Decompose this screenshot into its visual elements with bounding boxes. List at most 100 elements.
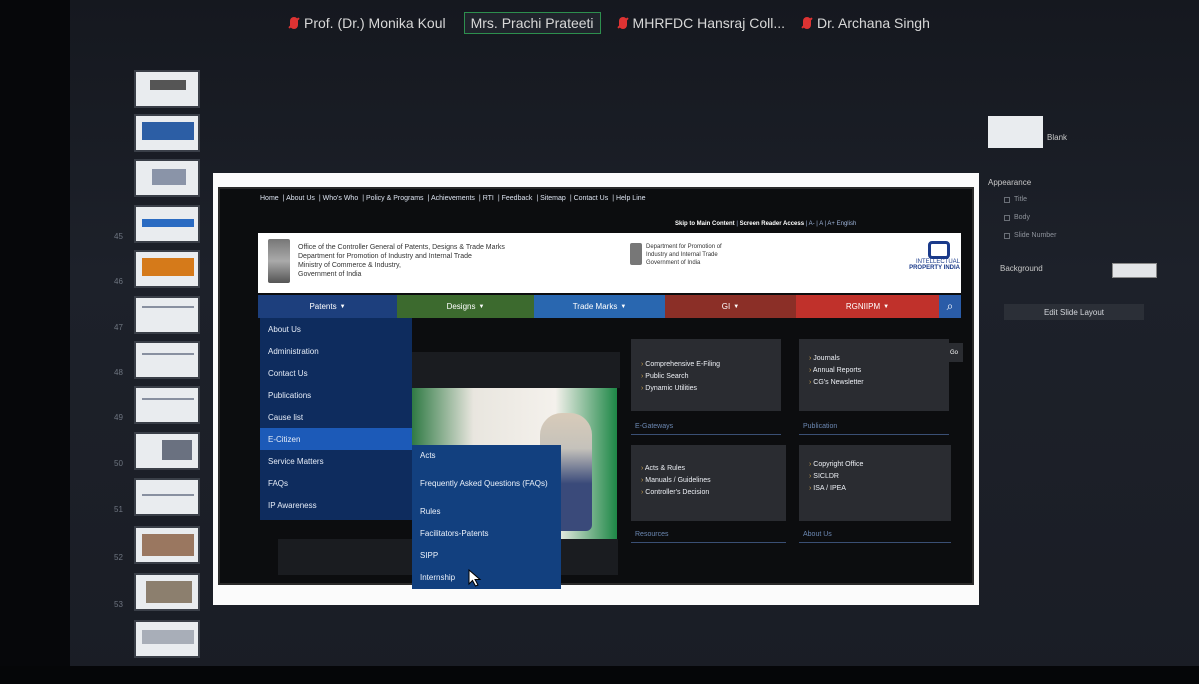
menu-gi[interactable]: GI ▼ <box>665 295 796 318</box>
tile-label: E-Gateways <box>631 419 781 435</box>
tile-link[interactable]: CG's Newsletter <box>809 377 939 389</box>
top-nav-link[interactable]: RTI <box>483 195 494 202</box>
slide-thumbnail[interactable]: 46 <box>114 250 200 288</box>
option-slide-number[interactable]: Slide Number <box>1004 232 1056 239</box>
skip-link[interactable]: Skip to Main Content <box>675 221 735 227</box>
caret-down-icon: ▼ <box>733 303 740 310</box>
submenu-item[interactable]: Internship <box>412 567 561 589</box>
tile-link[interactable]: Annual Reports <box>809 365 939 377</box>
menu-designs[interactable]: Designs ▼ <box>397 295 534 318</box>
slide-thumbnail[interactable]: 47 <box>114 296 200 334</box>
main-slide: Home | About Us | Who's Who | Policy & Prog… <box>213 173 979 605</box>
layout-thumbnail-blank[interactable] <box>988 116 1043 148</box>
menu-label: Designs <box>446 302 476 311</box>
language-select[interactable]: English <box>837 221 857 227</box>
submenu-item[interactable]: Acts <box>412 445 561 467</box>
checkbox-icon[interactable] <box>1004 214 1010 221</box>
monitor-bezel-left <box>0 0 70 684</box>
top-nav: Home | About Us | Who's Who | Policy & Prog… <box>260 195 646 202</box>
search-icon[interactable]: ⌕ <box>939 295 961 318</box>
slide-number: 53 <box>114 600 123 609</box>
caret-down-icon: ▼ <box>478 303 485 310</box>
submenu-item[interactable]: SIPP <box>412 545 561 567</box>
ip-logo-icon <box>928 241 950 259</box>
option-title[interactable]: Title <box>1004 196 1027 203</box>
dropdown-item[interactable]: Administration <box>260 340 412 362</box>
dropdown-item[interactable]: Contact Us <box>260 362 412 384</box>
slide-thumbnail[interactable]: 49 <box>114 386 200 424</box>
slide-thumbnail[interactable] <box>134 620 200 658</box>
submenu-item[interactable]: Facilitators-Patents <box>412 523 561 545</box>
tile-about[interactable]: Copyright Office SICLDR ISA / IPEA <box>799 445 951 521</box>
background-label: Background <box>1000 264 1043 273</box>
tile-link[interactable]: Public Search <box>641 371 771 383</box>
dropdown-item[interactable]: FAQs <box>260 472 412 494</box>
monitor-bezel-bottom <box>0 666 1199 684</box>
slide-number: 46 <box>114 277 123 286</box>
tile-link[interactable]: Comprehensive E-Filing <box>641 359 771 371</box>
top-nav-link[interactable]: Sitemap <box>540 195 566 202</box>
slide-thumbnail[interactable]: 52 <box>114 526 200 564</box>
ip-logo-line: PROPERTY INDIA <box>909 265 960 271</box>
participant-4[interactable]: Dr. Archana Singh <box>803 15 930 31</box>
tile-link[interactable]: Controller's Decision <box>641 487 776 499</box>
menu-trade-marks[interactable]: Trade Marks ▼ <box>534 295 665 318</box>
office-line: Office of the Controller General of Pate… <box>298 244 505 251</box>
participant-name: Mrs. Prachi Prateeti <box>470 15 594 31</box>
dropdown-item[interactable]: IP Awareness <box>260 494 412 516</box>
menu-rgniipm[interactable]: RGNIIPM ▼ <box>796 295 939 318</box>
dropdown-item[interactable]: Service Matters <box>260 450 412 472</box>
top-nav-link[interactable]: Policy & Programs <box>366 195 424 202</box>
checkbox-icon[interactable] <box>1004 196 1010 203</box>
slide-thumbnail[interactable]: 53 <box>114 573 200 611</box>
participant-3[interactable]: MHRFDC Hansraj Coll... <box>618 15 786 31</box>
participant-name: Dr. Archana Singh <box>817 15 930 31</box>
submenu-item[interactable]: Rules <box>412 501 561 523</box>
top-nav-link[interactable]: Help Line <box>616 195 646 202</box>
tile-link[interactable]: ISA / IPEA <box>809 483 941 495</box>
dropdown-item[interactable]: Publications <box>260 384 412 406</box>
participant-2[interactable]: Mrs. Prachi Prateeti <box>463 12 601 34</box>
tile-link[interactable]: Journals <box>809 353 939 365</box>
menu-label: Patents <box>309 302 337 311</box>
slide-number: 48 <box>114 368 123 377</box>
screen-reader-link[interactable]: Screen Reader Access <box>740 221 805 227</box>
dropdown-item-selected[interactable]: E-Citizen <box>260 428 412 450</box>
checkbox-icon[interactable] <box>1004 232 1010 239</box>
submenu-item[interactable]: Frequently Asked Questions (FAQs) <box>412 467 561 501</box>
tile-publication[interactable]: Journals Annual Reports CG's Newsletter <box>799 339 949 411</box>
top-nav-link[interactable]: Feedback <box>502 195 533 202</box>
dropdown-item[interactable]: About Us <box>260 318 412 340</box>
option-body[interactable]: Body <box>1004 214 1030 221</box>
participant-1[interactable]: Prof. (Dr.) Monika Koul <box>290 15 446 31</box>
tile-e-gateways[interactable]: Comprehensive E-Filing Public Search Dyn… <box>631 339 781 411</box>
slide-thumbnail[interactable]: 45 <box>114 205 200 243</box>
slide-thumbnail[interactable] <box>134 70 200 108</box>
slide-thumbnail[interactable]: 48 <box>114 341 200 379</box>
top-nav-link[interactable]: Contact Us <box>574 195 609 202</box>
top-nav-link[interactable]: Achievements <box>431 195 475 202</box>
tile-resources[interactable]: Acts & Rules Manuals / Guidelines Contro… <box>631 445 786 521</box>
top-nav-link[interactable]: About Us <box>286 195 315 202</box>
slide-thumbnail[interactable] <box>134 114 200 152</box>
background-color-swatch[interactable] <box>1112 263 1157 278</box>
dropdown-item[interactable]: Cause list <box>260 406 412 428</box>
tile-link[interactable]: Dynamic Utilities <box>641 383 771 395</box>
top-nav-link[interactable]: Who's Who <box>323 195 359 202</box>
tile-link[interactable]: SICLDR <box>809 471 941 483</box>
menu-label: GI <box>721 302 731 311</box>
slide-thumbnail[interactable] <box>134 159 200 197</box>
tile-link[interactable]: Copyright Office <box>809 459 941 471</box>
edit-slide-layout-button[interactable]: Edit Slide Layout <box>1004 304 1144 320</box>
accessibility-bar: Skip to Main Content | Screen Reader Acc… <box>675 221 857 227</box>
muted-mic-icon <box>290 17 298 29</box>
participant-name: MHRFDC Hansraj Coll... <box>632 15 786 31</box>
font-size-controls[interactable]: A- | A | A+ <box>809 221 835 227</box>
menu-label: Trade Marks <box>572 302 618 311</box>
tile-link[interactable]: Acts & Rules <box>641 463 776 475</box>
tile-link[interactable]: Manuals / Guidelines <box>641 475 776 487</box>
menu-patents[interactable]: Patents ▼ <box>258 295 397 318</box>
slide-thumbnail[interactable]: 50 <box>114 432 200 470</box>
top-nav-link[interactable]: Home <box>260 195 279 202</box>
slide-thumbnail[interactable]: 51 <box>114 478 200 516</box>
